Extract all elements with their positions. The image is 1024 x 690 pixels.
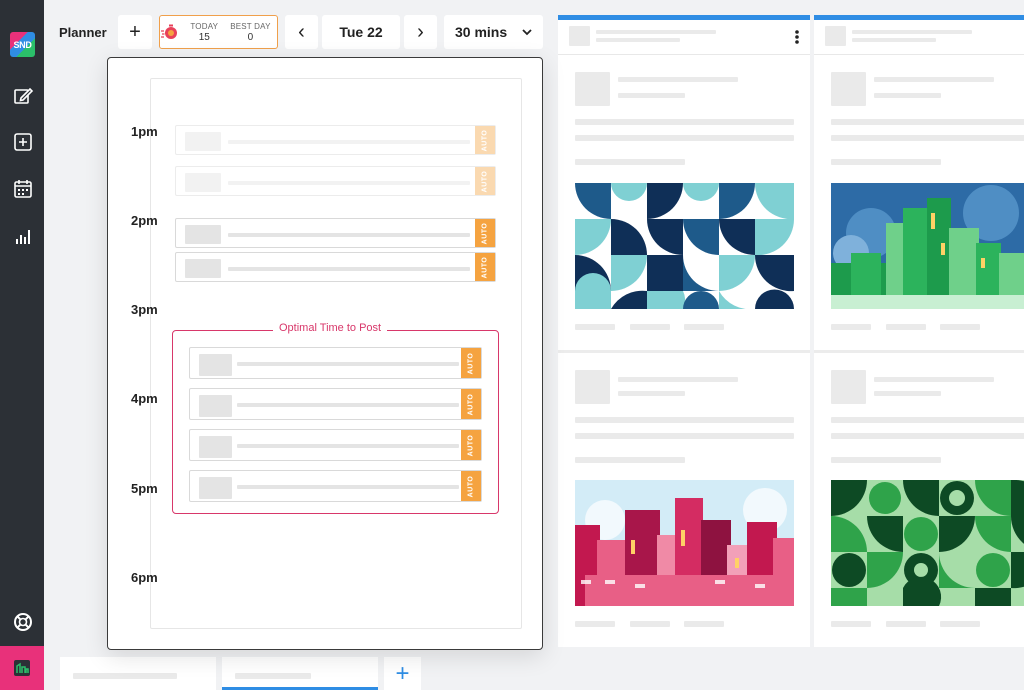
app-logo[interactable]: SND — [10, 32, 35, 57]
brand-tab[interactable] — [0, 646, 44, 690]
time-slot[interactable]: AUTO — [189, 429, 482, 461]
stat-today-label: TODAY — [190, 21, 219, 31]
hour-label: 6pm — [131, 570, 158, 585]
stat-best-label: BEST DAY — [230, 21, 271, 31]
stat-best-day: BEST DAY 0 — [230, 22, 270, 43]
time-slot[interactable]: AUTO — [175, 125, 496, 155]
time-slot[interactable]: AUTO — [189, 347, 482, 379]
date-label[interactable]: Tue 22 — [322, 15, 400, 49]
hour-label: 2pm — [131, 213, 158, 228]
auto-badge: AUTO — [475, 219, 495, 247]
column-header — [558, 15, 810, 55]
analytics-icon[interactable] — [12, 226, 34, 248]
feed-column-2 — [814, 15, 1024, 647]
time-slot[interactable]: AUTO — [189, 388, 482, 420]
page-title: Planner — [59, 25, 107, 40]
stopwatch-icon — [161, 24, 178, 39]
post-image-geometric-green — [831, 480, 1024, 606]
auto-badge: AUTO — [475, 167, 495, 195]
time-slot[interactable]: AUTO — [175, 166, 496, 196]
duration-value: 30 mins — [455, 24, 508, 40]
add-box-icon[interactable] — [12, 131, 34, 153]
auto-badge: AUTO — [461, 389, 481, 419]
help-icon[interactable] — [12, 611, 34, 633]
hour-label: 3pm — [131, 302, 158, 317]
auto-badge: AUTO — [475, 253, 495, 281]
auto-badge: AUTO — [475, 126, 495, 154]
calendar-icon[interactable] — [12, 178, 34, 200]
bottom-tab-2[interactable] — [222, 657, 378, 690]
add-tab-button[interactable]: + — [384, 657, 421, 690]
hour-label: 4pm — [131, 391, 158, 406]
bottom-tab-1[interactable] — [60, 657, 216, 690]
more-options-icon[interactable] — [794, 29, 800, 45]
auto-badge: AUTO — [461, 430, 481, 460]
brand-icon — [14, 660, 30, 676]
stat-best-value: 0 — [247, 31, 254, 43]
time-slot[interactable]: AUTO — [189, 470, 482, 502]
stats-box[interactable]: TODAY 15 BEST DAY 0 — [159, 15, 278, 49]
post-image-geometric-blue — [575, 183, 794, 309]
feed-column-1 — [558, 15, 810, 647]
duration-select[interactable]: 30 mins — [444, 15, 543, 49]
time-slot[interactable]: AUTO — [175, 218, 496, 248]
post-image-city-green — [831, 183, 1024, 309]
hour-label: 5pm — [131, 481, 158, 496]
chevron-down-icon — [522, 29, 532, 36]
compose-icon[interactable] — [12, 85, 34, 107]
column-header — [814, 15, 1024, 55]
stat-today: TODAY 15 — [190, 22, 218, 43]
optimal-time-label: Optimal Time to Post — [273, 322, 388, 334]
add-button[interactable]: + — [118, 15, 152, 49]
sidebar: SND — [0, 0, 44, 690]
auto-badge: AUTO — [461, 348, 481, 378]
next-day-button[interactable]: › — [404, 15, 437, 49]
hour-label: 1pm — [131, 124, 158, 139]
auto-badge: AUTO — [461, 471, 481, 501]
time-slot[interactable]: AUTO — [175, 252, 496, 282]
prev-day-button[interactable]: ‹ — [285, 15, 318, 49]
post-image-city-pink — [575, 480, 794, 606]
stat-today-value: 15 — [198, 31, 210, 43]
